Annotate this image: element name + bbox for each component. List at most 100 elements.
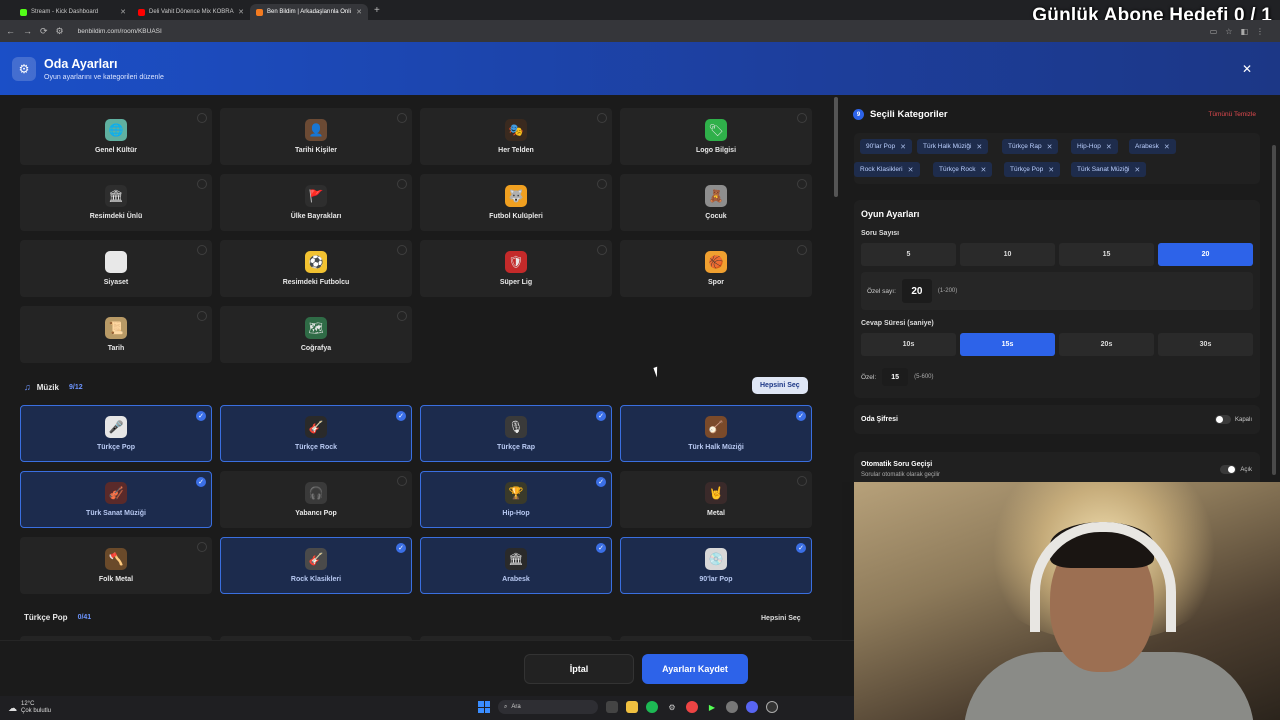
select-radio[interactable] bbox=[197, 311, 207, 321]
chip-remove-icon[interactable]: ✕ bbox=[976, 143, 982, 151]
chrome-icon[interactable] bbox=[686, 701, 698, 713]
select-radio[interactable] bbox=[197, 245, 207, 255]
chip-remove-icon[interactable]: ✕ bbox=[1047, 143, 1053, 151]
category-card[interactable]: 🎙 Türkçe Rap ✓ bbox=[420, 405, 612, 462]
category-card[interactable]: 🛡 Süper Lig bbox=[420, 240, 612, 297]
task-view-icon[interactable] bbox=[606, 701, 618, 713]
question-count-option[interactable]: 20 bbox=[1158, 243, 1253, 266]
chip-remove-icon[interactable]: ✕ bbox=[1048, 166, 1054, 174]
cast-icon[interactable]: ▭ bbox=[1210, 27, 1218, 36]
file-explorer-icon[interactable] bbox=[626, 701, 638, 713]
chip-remove-icon[interactable]: ✕ bbox=[900, 143, 906, 151]
select-radio[interactable] bbox=[197, 542, 207, 552]
category-card[interactable]: 🏷 Logo Bilgisi bbox=[620, 108, 812, 165]
new-tab-icon[interactable]: + bbox=[374, 5, 380, 16]
category-card[interactable]: 🏆 Hip-Hop ✓ bbox=[420, 471, 612, 528]
chip-remove-icon[interactable]: ✕ bbox=[1164, 143, 1170, 151]
checkmark-icon[interactable]: ✓ bbox=[596, 543, 606, 553]
checkmark-icon[interactable]: ✓ bbox=[596, 477, 606, 487]
chip-remove-icon[interactable]: ✕ bbox=[1134, 166, 1140, 174]
select-radio[interactable] bbox=[597, 245, 607, 255]
category-card[interactable]: 🎸 Rock Klasikleri ✓ bbox=[220, 537, 412, 594]
chip-remove-icon[interactable]: ✕ bbox=[1106, 143, 1112, 151]
select-radio[interactable] bbox=[797, 245, 807, 255]
tab-close-icon[interactable]: ✕ bbox=[120, 8, 126, 16]
turkce-pop-select-all-button[interactable]: Hepsini Seç bbox=[761, 615, 801, 622]
discord-icon[interactable] bbox=[746, 701, 758, 713]
chrome-active-icon[interactable] bbox=[726, 701, 738, 713]
spotify-icon[interactable] bbox=[646, 701, 658, 713]
custom-count-input[interactable]: 20 bbox=[901, 279, 932, 303]
category-card[interactable]: 🎻 Türk Sanat Müziği ✓ bbox=[20, 471, 212, 528]
select-radio[interactable] bbox=[197, 113, 207, 123]
answer-time-option[interactable]: 15s bbox=[960, 333, 1055, 356]
category-card[interactable]: 🧸 Çocuk bbox=[620, 174, 812, 231]
category-card[interactable]: 🎤 Türkçe Pop ✓ bbox=[20, 405, 212, 462]
answer-time-option[interactable]: 10s bbox=[861, 333, 956, 356]
category-card[interactable]: 🗺 Coğrafya bbox=[220, 306, 412, 363]
custom-time-input[interactable]: 15 bbox=[882, 368, 909, 386]
select-radio[interactable] bbox=[797, 113, 807, 123]
category-card[interactable]: 🏀 Spor bbox=[620, 240, 812, 297]
auto-next-toggle[interactable]: Açık bbox=[1220, 465, 1252, 474]
close-icon[interactable]: ✕ bbox=[1242, 62, 1252, 76]
category-card[interactable]: 🎸 Türkçe Rock ✓ bbox=[220, 405, 412, 462]
category-card[interactable]: ⚽ Resimdeki Futbolcu bbox=[220, 240, 412, 297]
category-card[interactable]: 🪕 Türk Halk Müziği ✓ bbox=[620, 405, 812, 462]
reload-icon[interactable]: ⟳ bbox=[40, 26, 48, 37]
tab-close-icon[interactable]: ✕ bbox=[238, 8, 244, 16]
category-card[interactable]: 🐺 Futbol Kulüpleri bbox=[420, 174, 612, 231]
start-icon[interactable] bbox=[478, 701, 490, 713]
taskbar-search[interactable]: ⌕ Ara bbox=[498, 700, 598, 714]
select-radio[interactable] bbox=[397, 245, 407, 255]
sidebar-scrollbar[interactable] bbox=[1272, 145, 1276, 475]
chip-remove-icon[interactable]: ✕ bbox=[908, 166, 914, 174]
cancel-button[interactable]: İptal bbox=[524, 654, 634, 684]
back-icon[interactable]: ← bbox=[6, 26, 15, 36]
extensions-icon[interactable]: ◧ bbox=[1240, 27, 1248, 36]
question-count-option[interactable]: 5 bbox=[861, 243, 956, 266]
select-radio[interactable] bbox=[397, 113, 407, 123]
browser-tab[interactable]: Stream - Kick Dashboard ✕ bbox=[14, 4, 132, 20]
obs-icon[interactable] bbox=[766, 701, 778, 713]
answer-time-option[interactable]: 30s bbox=[1158, 333, 1253, 356]
category-card[interactable]: 📜 Tarih bbox=[20, 306, 212, 363]
category-card[interactable]: 🚩 Ülke Bayrakları bbox=[220, 174, 412, 231]
save-settings-button[interactable]: Ayarları Kaydet bbox=[642, 654, 748, 684]
room-password-toggle[interactable]: Kapalı bbox=[1214, 415, 1252, 424]
checkmark-icon[interactable]: ✓ bbox=[396, 543, 406, 553]
browser-tab[interactable]: Deli Vahit Dönence Mix KOBRA ✕ bbox=[132, 4, 250, 20]
category-card[interactable]: 🤘 Metal bbox=[620, 471, 812, 528]
browser-tab-active[interactable]: Ben Bildim | Arkadaşlarınla Onli ✕ bbox=[250, 4, 368, 20]
category-card[interactable]: 🏛 Arabesk ✓ bbox=[420, 537, 612, 594]
category-card[interactable]: 🗳 Siyaset bbox=[20, 240, 212, 297]
select-radio[interactable] bbox=[597, 179, 607, 189]
categories-scrollbar[interactable] bbox=[834, 95, 839, 640]
question-count-option[interactable]: 15 bbox=[1059, 243, 1154, 266]
category-card[interactable]: 🌐 Genel Kültür bbox=[20, 108, 212, 165]
category-card[interactable]: 👤 Tarihi Kişiler bbox=[220, 108, 412, 165]
answer-time-option[interactable]: 20s bbox=[1059, 333, 1154, 356]
music-select-all-button[interactable]: Hepsini Seç bbox=[752, 377, 808, 394]
select-radio[interactable] bbox=[597, 113, 607, 123]
checkmark-icon[interactable]: ✓ bbox=[596, 411, 606, 421]
checkmark-icon[interactable]: ✓ bbox=[396, 411, 406, 421]
select-radio[interactable] bbox=[397, 311, 407, 321]
select-radio[interactable] bbox=[797, 476, 807, 486]
menu-dots-icon[interactable]: ⋮ bbox=[1256, 27, 1264, 36]
chip-remove-icon[interactable]: ✕ bbox=[980, 166, 986, 174]
site-info-icon[interactable]: ⚙ bbox=[56, 26, 64, 37]
tab-close-icon[interactable]: ✕ bbox=[356, 8, 362, 16]
category-card[interactable]: 🎧 Yabancı Pop bbox=[220, 471, 412, 528]
weather-widget[interactable]: ☁ 12°C Çok bulutlu bbox=[8, 701, 51, 715]
toggle-switch[interactable] bbox=[1220, 465, 1237, 474]
url-input[interactable]: benbildim.com/room/KBUASI bbox=[78, 28, 162, 35]
select-radio[interactable] bbox=[797, 179, 807, 189]
question-count-option[interactable]: 10 bbox=[960, 243, 1055, 266]
forward-icon[interactable]: → bbox=[23, 26, 32, 36]
select-radio[interactable] bbox=[197, 179, 207, 189]
select-radio[interactable] bbox=[397, 179, 407, 189]
select-radio[interactable] bbox=[397, 476, 407, 486]
checkmark-icon[interactable]: ✓ bbox=[796, 543, 806, 553]
clear-all-button[interactable]: Tümünü Temizle bbox=[1208, 111, 1256, 118]
